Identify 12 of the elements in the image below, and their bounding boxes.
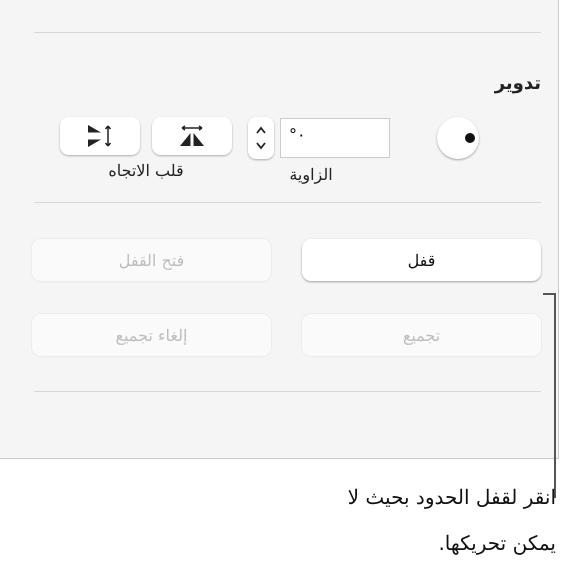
flip-horizontal-button[interactable] (152, 117, 232, 155)
flip-vertical-icon (86, 124, 114, 148)
section-heading: تدوير (493, 73, 541, 96)
arrange-button[interactable]: قفل (302, 239, 541, 281)
angle-label: الزاوية (289, 165, 333, 184)
rotation-dial[interactable] (437, 117, 479, 159)
stepper[interactable] (248, 117, 274, 159)
flip-horizontal-icon (178, 125, 206, 147)
angle-field[interactable]: ٠° (280, 118, 390, 158)
flip-label: قلب الاتجاه (108, 161, 184, 180)
callout-text: انقر لقفل الحدود بحيث لا يمكن تحريكها. (346, 484, 556, 557)
flip-vertical-button[interactable] (60, 117, 140, 155)
